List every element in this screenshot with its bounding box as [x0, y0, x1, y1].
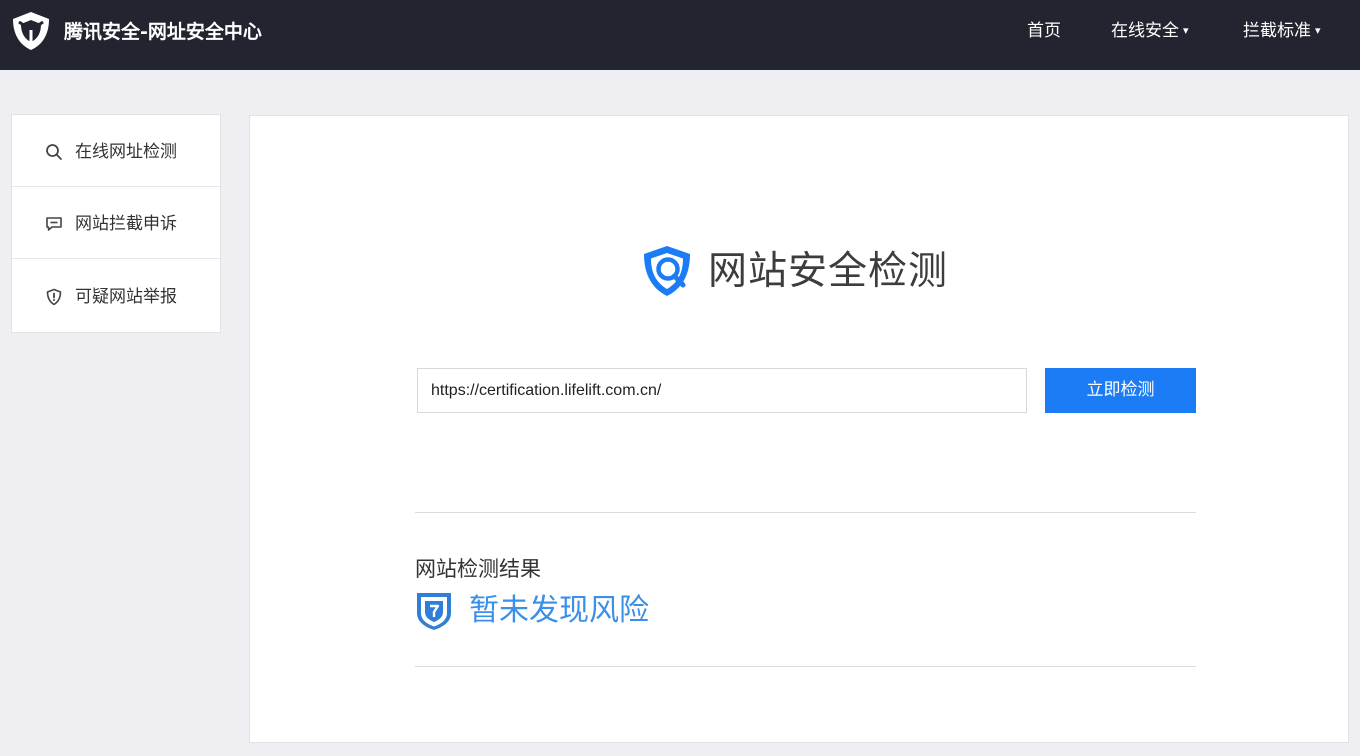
sidebar-item-url-check[interactable]: 在线网址检测: [12, 115, 220, 187]
sidebar-item-label: 可疑网站举报: [75, 287, 177, 307]
result-heading: 网站检测结果: [415, 557, 541, 581]
nav-online-security-label: 在线安全: [1111, 21, 1179, 41]
tencent-security-logo-icon[interactable]: [10, 10, 52, 52]
message-icon: [46, 217, 62, 231]
sidebar-item-report[interactable]: 可疑网站举报: [12, 260, 220, 332]
nav-block-standards[interactable]: 拦截标准 ▾: [1243, 19, 1321, 45]
main-panel: 网站安全检测 立即检测 网站检测结果 暂未发现风险: [249, 115, 1349, 743]
top-navbar: 腾讯安全-网址安全中心 首页 在线安全 ▾ 拦截标准 ▾: [0, 0, 1360, 70]
sidebar-item-label: 在线网址检测: [75, 142, 177, 162]
safe-shield-icon: [417, 593, 451, 630]
nav-block-standards-label: 拦截标准: [1243, 21, 1311, 41]
result-status-text: 暂未发现风险: [469, 593, 649, 628]
divider: [415, 666, 1196, 667]
sidebar-item-appeal[interactable]: 网站拦截申诉: [12, 187, 220, 259]
shield-alert-icon: [46, 288, 62, 306]
divider: [415, 512, 1196, 513]
check-now-button[interactable]: 立即检测: [1045, 368, 1196, 413]
site-brand-title[interactable]: 腾讯安全-网址安全中心: [64, 18, 262, 46]
shield-search-icon: [644, 246, 690, 296]
search-icon: [46, 144, 62, 160]
page-title: 网站安全检测: [708, 249, 949, 294]
chevron-down-icon: ▾: [1183, 24, 1189, 37]
nav-home[interactable]: 首页: [1027, 19, 1061, 43]
sidebar-item-label: 网站拦截申诉: [75, 214, 177, 234]
nav-online-security[interactable]: 在线安全 ▾: [1111, 19, 1189, 45]
nav-home-label: 首页: [1027, 21, 1061, 41]
chevron-down-icon: ▾: [1315, 24, 1321, 37]
url-input[interactable]: [417, 368, 1027, 413]
sidebar: 在线网址检测 网站拦截申诉 可疑网站举报: [11, 114, 221, 333]
